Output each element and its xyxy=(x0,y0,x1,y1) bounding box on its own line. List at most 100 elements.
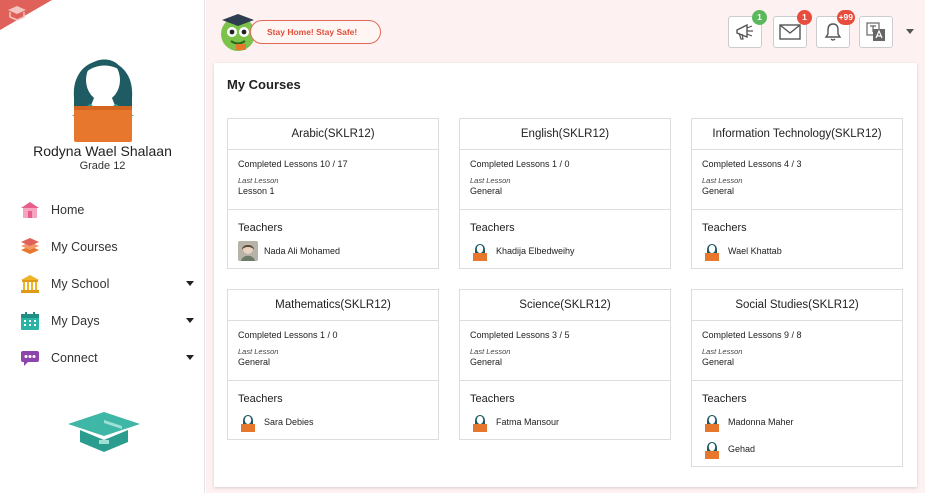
house-icon xyxy=(19,199,41,221)
completed-lessons: Completed Lessons 3 / 5 xyxy=(470,330,570,340)
teachers-section: Teachers Nada Ali Mohamed xyxy=(228,210,438,261)
course-card-arabic[interactable]: Arabic(SKLR12) Completed Lessons 10 / 17… xyxy=(227,118,439,269)
teacher-item[interactable]: Fatma Mansour xyxy=(470,412,660,432)
last-lesson-value: General xyxy=(470,357,503,367)
course-card-mathematics[interactable]: Mathematics(SKLR12) Completed Lessons 1 … xyxy=(227,289,439,440)
completed-lessons: Completed Lessons 1 / 0 xyxy=(470,159,570,169)
course-title[interactable]: Arabic(SKLR12) xyxy=(228,119,438,150)
teacher-photo xyxy=(238,241,258,261)
user-grade: Grade 12 xyxy=(79,160,126,172)
sidebar-item-label: Connect xyxy=(51,350,98,365)
teacher-avatar-icon xyxy=(702,412,722,432)
course-title[interactable]: Information Technology(SKLR12) xyxy=(692,119,902,150)
sidebar-item-my-school[interactable]: My School xyxy=(0,265,205,302)
teachers-section: Teachers Khadija Elbedweihy xyxy=(460,210,670,261)
lessons-section: Completed Lessons 4 / 3 Last Lesson Gene… xyxy=(692,150,902,210)
course-card-science[interactable]: Science(SKLR12) Completed Lessons 3 / 5 … xyxy=(459,289,671,440)
last-lesson-label: Last Lesson xyxy=(702,347,743,356)
teacher-item[interactable]: Madonna Maher xyxy=(702,412,892,432)
sidebar-item-label: My Courses xyxy=(51,239,118,254)
teachers-label: Teachers xyxy=(702,222,747,234)
teacher-name: Sara Debies xyxy=(264,417,314,427)
sidebar-item-my-courses[interactable]: My Courses xyxy=(0,228,205,265)
stay-safe-banner[interactable]: Stay Home! Stay Safe! xyxy=(250,20,381,44)
chevron-down-icon[interactable] xyxy=(186,355,194,360)
course-title[interactable]: English(SKLR12) xyxy=(460,119,670,150)
chevron-down-icon[interactable] xyxy=(186,318,194,323)
course-card-english[interactable]: English(SKLR12) Completed Lessons 1 / 0 … xyxy=(459,118,671,269)
completed-lessons: Completed Lessons 4 / 3 xyxy=(702,159,802,169)
teachers-section: Teachers Wael Khattab xyxy=(692,210,902,261)
user-name: Rodyna Wael Shalaan xyxy=(33,143,172,159)
teachers-label: Teachers xyxy=(238,222,283,234)
lessons-section: Completed Lessons 9 / 8 Last Lesson Gene… xyxy=(692,321,902,381)
notifications-button[interactable]: +99 xyxy=(816,10,855,48)
corner-logo-icon[interactable] xyxy=(0,0,52,30)
messages-count-badge: 1 xyxy=(797,10,812,25)
teacher-name: Fatma Mansour xyxy=(496,417,560,427)
announcements-button[interactable]: 1 xyxy=(728,10,767,48)
books-icon xyxy=(19,236,41,258)
teacher-avatar-icon xyxy=(238,412,258,432)
teacher-item[interactable]: Nada Ali Mohamed xyxy=(238,241,428,261)
completed-lessons: Completed Lessons 1 / 0 xyxy=(238,330,338,340)
teacher-item[interactable]: Sara Debies xyxy=(238,412,428,432)
lessons-section: Completed Lessons 1 / 0 Last Lesson Gene… xyxy=(460,150,670,210)
teacher-avatar-icon xyxy=(470,412,490,432)
teacher-name: Khadija Elbedweihy xyxy=(496,246,575,256)
chevron-down-icon[interactable] xyxy=(186,281,194,286)
courses-panel: My Courses Arabic(SKLR12) Completed Less… xyxy=(214,63,917,487)
course-card-information-technology[interactable]: Information Technology(SKLR12) Completed… xyxy=(691,118,903,269)
chat-connect-icon xyxy=(19,347,41,369)
sidebar-item-home[interactable]: Home xyxy=(0,191,205,228)
teacher-name: Wael Khattab xyxy=(728,246,782,256)
lessons-section: Completed Lessons 10 / 17 Last Lesson Le… xyxy=(228,150,438,210)
course-title[interactable]: Social Studies(SKLR12) xyxy=(692,290,902,321)
teacher-item[interactable]: Wael Khattab xyxy=(702,241,892,261)
sidebar-item-connect[interactable]: Connect xyxy=(0,339,205,376)
last-lesson-value: General xyxy=(702,186,735,196)
envelope-icon xyxy=(779,24,801,40)
sidebar-nav: Home My Courses My School My Days Connec… xyxy=(0,191,205,376)
megaphone-icon xyxy=(736,23,753,40)
last-lesson-label: Last Lesson xyxy=(470,176,511,185)
last-lesson-value: General xyxy=(702,357,735,367)
sidebar-item-label: My School xyxy=(51,276,110,291)
language-button[interactable] xyxy=(859,16,893,48)
lessons-section: Completed Lessons 1 / 0 Last Lesson Gene… xyxy=(228,321,438,381)
last-lesson-label: Last Lesson xyxy=(702,176,743,185)
teacher-item[interactable]: Khadija Elbedweihy xyxy=(470,241,660,261)
course-title[interactable]: Science(SKLR12) xyxy=(460,290,670,321)
lessons-section: Completed Lessons 3 / 5 Last Lesson Gene… xyxy=(460,321,670,381)
teachers-label: Teachers xyxy=(238,393,283,405)
last-lesson-value: Lesson 1 xyxy=(238,186,275,196)
teachers-label: Teachers xyxy=(470,222,515,234)
teacher-name: Nada Ali Mohamed xyxy=(264,246,341,256)
course-title[interactable]: Mathematics(SKLR12) xyxy=(228,290,438,321)
sidebar-item-my-days[interactable]: My Days xyxy=(0,302,205,339)
sidebar-item-label: My Days xyxy=(51,313,100,328)
teachers-label: Teachers xyxy=(470,393,515,405)
course-card-social-studies[interactable]: Social Studies(SKLR12) Completed Lessons… xyxy=(691,289,903,467)
completed-lessons: Completed Lessons 9 / 8 xyxy=(702,330,802,340)
teachers-section: Teachers Fatma Mansour xyxy=(460,381,670,432)
teachers-section: Teachers Sara Debies xyxy=(228,381,438,432)
teacher-avatar-icon xyxy=(470,241,490,261)
last-lesson-value: General xyxy=(470,186,503,196)
announcements-count-badge: 1 xyxy=(752,10,767,25)
teacher-avatar-icon xyxy=(702,241,722,261)
teachers-section: Teachers Madonna Maher Gehad xyxy=(692,381,902,459)
bell-icon xyxy=(824,23,842,41)
teachers-label: Teachers xyxy=(702,393,747,405)
translate-icon xyxy=(866,22,885,41)
teacher-avatar-icon xyxy=(702,439,722,459)
user-menu-chevron-down-icon[interactable] xyxy=(906,29,914,34)
last-lesson-label: Last Lesson xyxy=(238,347,279,356)
page-title: My Courses xyxy=(227,77,301,92)
last-lesson-value: General xyxy=(238,357,271,367)
school-building-icon xyxy=(19,273,41,295)
teacher-name: Gehad xyxy=(728,444,756,454)
teacher-item[interactable]: Gehad xyxy=(702,439,892,459)
messages-button[interactable]: 1 xyxy=(773,10,812,48)
notifications-count-badge: +99 xyxy=(836,10,855,25)
